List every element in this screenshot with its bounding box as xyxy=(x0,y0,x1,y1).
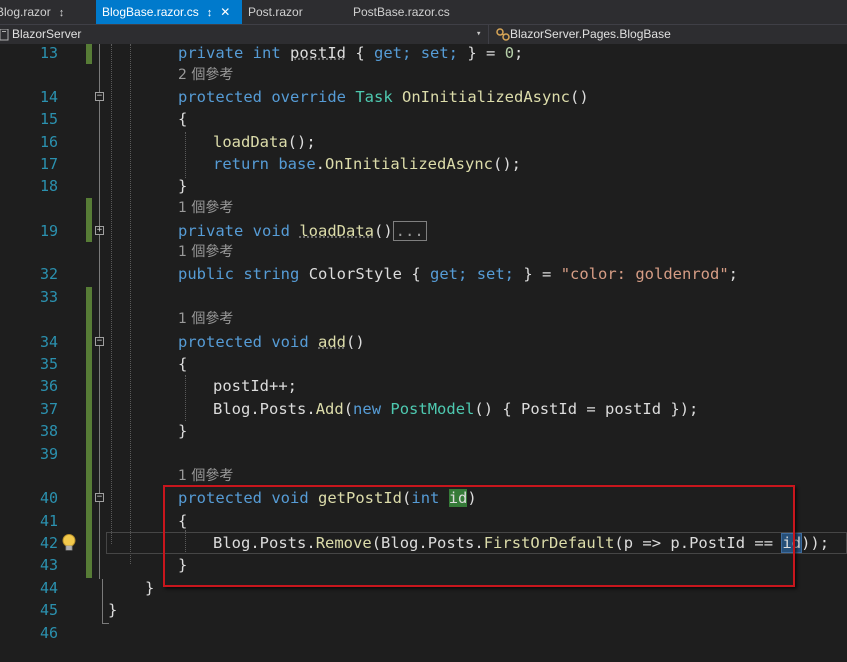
code-editor[interactable]: − + − − 13 private int postId { get; set… xyxy=(0,44,847,662)
line-number: 15 xyxy=(39,110,58,128)
navigation-bar: BlazorServer ▾ BlazorServer.Pages.BlogBa… xyxy=(0,24,847,44)
tab-label: Post.razor xyxy=(248,5,303,19)
line-number: 17 xyxy=(39,155,58,173)
codelens-row: 1 個參考 xyxy=(0,197,847,219)
tab-postbase-razor-cs[interactable]: PostBase.razor.cs xyxy=(353,0,473,24)
code-line: 36 postId++; xyxy=(0,375,847,397)
line-code: } xyxy=(108,601,118,619)
line-number: 42 xyxy=(39,534,58,552)
code-line: 37 Blog.Posts.Add(new PostModel() { Post… xyxy=(0,398,847,420)
line-number: 32 xyxy=(39,265,58,283)
code-line: 14 protected override Task OnInitialized… xyxy=(0,86,847,108)
line-number: 19 xyxy=(39,222,58,240)
line-code: } xyxy=(178,422,188,440)
line-code: private void loadData()... xyxy=(178,220,427,242)
line-code: public string ColorStyle { get; set; } =… xyxy=(178,265,739,283)
line-code: loadData(); xyxy=(213,133,316,151)
line-number: 34 xyxy=(39,333,58,351)
tab-label: Blog.razor xyxy=(0,5,51,19)
codelens-row: 1 個參考 xyxy=(0,465,847,487)
line-code: } xyxy=(178,177,188,195)
code-line: 13 private int postId { get; set; } = 0; xyxy=(0,42,847,64)
code-line: 19 private void loadData()... xyxy=(0,220,847,242)
codelens-row: 2 個參考 xyxy=(0,64,847,86)
line-number: 43 xyxy=(39,556,58,574)
codelens-references[interactable]: 2 個參考 xyxy=(178,64,233,86)
code-line: 38 } xyxy=(0,420,847,442)
code-line: 33 xyxy=(0,286,847,308)
line-number: 33 xyxy=(39,288,58,306)
line-code: { xyxy=(178,355,188,373)
code-line: 16 loadData(); xyxy=(0,131,847,153)
line-number: 18 xyxy=(39,177,58,195)
codelens-references[interactable]: 1 個參考 xyxy=(178,197,233,219)
close-icon[interactable]: ✕ xyxy=(220,5,230,19)
line-number: 36 xyxy=(39,377,58,395)
code-line: 45 } xyxy=(0,599,847,621)
line-number: 13 xyxy=(39,44,58,62)
pin-icon[interactable]: ↕ xyxy=(207,7,213,19)
tab-blog-razor[interactable]: Blog.razor ↕ xyxy=(0,0,88,24)
line-code: { xyxy=(178,110,188,128)
pin-icon[interactable]: ↕ xyxy=(59,7,65,19)
tab-blogbase-razor-cs[interactable]: BlogBase.razor.cs ↕ ✕ xyxy=(96,0,242,24)
line-number: 44 xyxy=(39,579,58,597)
line-number: 39 xyxy=(39,445,58,463)
line-number: 16 xyxy=(39,133,58,151)
csharp-project-icon xyxy=(0,29,9,41)
document-tab-bar: Blog.razor ↕ BlogBase.razor.cs ↕ ✕ Post.raz… xyxy=(0,0,847,24)
codelens-references[interactable]: 1 個參考 xyxy=(178,241,233,263)
line-number: 41 xyxy=(39,512,58,530)
code-line: 32 public string ColorStyle { get; set; … xyxy=(0,263,847,285)
tab-post-razor[interactable]: Post.razor xyxy=(248,0,338,24)
line-code: private int postId { get; set; } = 0; xyxy=(178,44,524,62)
line-code: } xyxy=(145,579,155,597)
codelens-row: 1 個參考 xyxy=(0,308,847,330)
codelens-references[interactable]: 1 個參考 xyxy=(178,465,233,487)
code-line: 34 protected void add() xyxy=(0,331,847,353)
class-member-icon xyxy=(496,28,510,41)
codelens-row: 1 個參考 xyxy=(0,241,847,263)
lightbulb-icon[interactable] xyxy=(60,533,78,553)
annotation-highlight-box xyxy=(163,485,795,587)
line-number: 14 xyxy=(39,88,58,106)
code-line: 39 xyxy=(0,443,847,465)
code-line: 35 { xyxy=(0,353,847,375)
line-number: 40 xyxy=(39,489,58,507)
line-number: 46 xyxy=(39,624,58,642)
tab-label: BlogBase.razor.cs xyxy=(102,5,199,19)
collapsed-region[interactable]: ... xyxy=(392,221,427,241)
line-number: 38 xyxy=(39,422,58,440)
codelens-references[interactable]: 1 個參考 xyxy=(178,308,233,330)
code-line: 15 { xyxy=(0,108,847,130)
code-line: 17 return base.OnInitializedAsync(); xyxy=(0,153,847,175)
line-code: protected void add() xyxy=(178,333,365,351)
line-number: 35 xyxy=(39,355,58,373)
line-number: 37 xyxy=(39,400,58,418)
line-code: Blog.Posts.Add(new PostModel() { PostId … xyxy=(213,400,699,418)
line-code: protected override Task OnInitializedAsy… xyxy=(178,88,589,106)
code-line: 18 } xyxy=(0,175,847,197)
line-number: 45 xyxy=(39,601,58,619)
code-line: 46 xyxy=(0,622,847,644)
tab-label: PostBase.razor.cs xyxy=(353,5,450,19)
line-code: return base.OnInitializedAsync(); xyxy=(213,155,521,173)
line-code: postId++; xyxy=(213,377,297,395)
